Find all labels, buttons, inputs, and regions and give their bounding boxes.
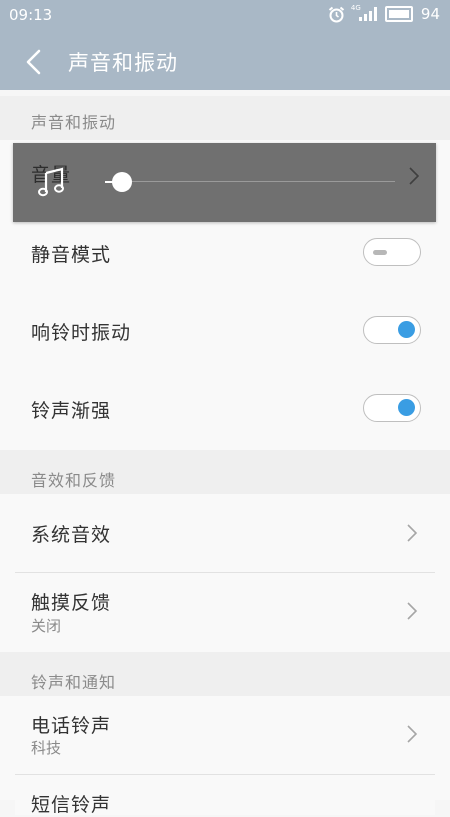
section-header-label: 音效和反馈	[31, 471, 117, 490]
silent-mode-label: 静音模式	[31, 244, 112, 266]
chevron-right-icon	[407, 725, 418, 743]
volume-slider-track[interactable]	[105, 181, 395, 182]
volume-popup[interactable]: 音量	[13, 143, 436, 222]
crescendo-ringtone-row[interactable]: 铃声渐强	[15, 371, 435, 449]
phone-ringtone-row[interactable]: 电话铃声 科技	[15, 696, 435, 775]
toggle-on-knob	[398, 321, 415, 338]
battery-icon	[384, 6, 413, 22]
vibrate-on-ring-toggle[interactable]	[363, 316, 421, 344]
phone-ringtone-value: 科技	[31, 739, 62, 757]
phone-ringtone-label: 电话铃声	[31, 715, 112, 737]
section-header-sound: 声音和振动	[0, 96, 450, 140]
section-header-ringtones: 铃声和通知	[0, 652, 450, 696]
volume-slider-thumb[interactable]	[112, 172, 133, 192]
music-note-icon	[38, 167, 64, 197]
status-bar: 09:13 4G 94	[0, 0, 450, 32]
crescendo-ringtone-toggle[interactable]	[363, 394, 421, 422]
chevron-right-icon[interactable]	[407, 165, 421, 187]
status-time: 09:13	[9, 6, 53, 24]
section-header-label: 铃声和通知	[31, 673, 117, 692]
haptic-feedback-label: 触摸反馈	[31, 592, 112, 614]
app-bar: 声音和振动	[0, 32, 450, 90]
battery-level: 94	[420, 5, 440, 23]
chevron-right-icon	[407, 524, 418, 542]
haptic-feedback-value: 关闭	[31, 617, 62, 635]
toggle-on-knob	[398, 399, 415, 416]
section-header-effects: 音效和反馈	[0, 450, 450, 494]
silent-mode-toggle[interactable]	[363, 238, 421, 266]
network-type: 4G	[350, 4, 361, 12]
haptic-feedback-row[interactable]: 触摸反馈 关闭	[15, 573, 435, 651]
section-header-label: 声音和振动	[31, 113, 117, 132]
system-sound-label: 系统音效	[31, 524, 112, 546]
silent-mode-row[interactable]: 静音模式	[15, 215, 435, 294]
crescendo-ringtone-label: 铃声渐强	[31, 400, 112, 422]
sms-ringtone-label: 短信铃声	[31, 794, 112, 816]
vibrate-on-ring-row[interactable]: 响铃时振动	[15, 293, 435, 372]
chevron-right-icon	[407, 602, 418, 620]
system-sound-row[interactable]: 系统音效	[15, 494, 435, 573]
toggle-off-indicator	[373, 250, 387, 255]
alarm-icon	[328, 6, 345, 22]
page-title: 声音和振动	[68, 51, 178, 75]
sms-ringtone-row[interactable]: 短信铃声	[15, 775, 435, 816]
vibrate-on-ring-label: 响铃时振动	[31, 322, 132, 344]
signal-icon: 4G	[350, 4, 377, 21]
back-arrow-icon[interactable]	[22, 48, 46, 76]
status-icons: 4G 94	[328, 4, 440, 23]
